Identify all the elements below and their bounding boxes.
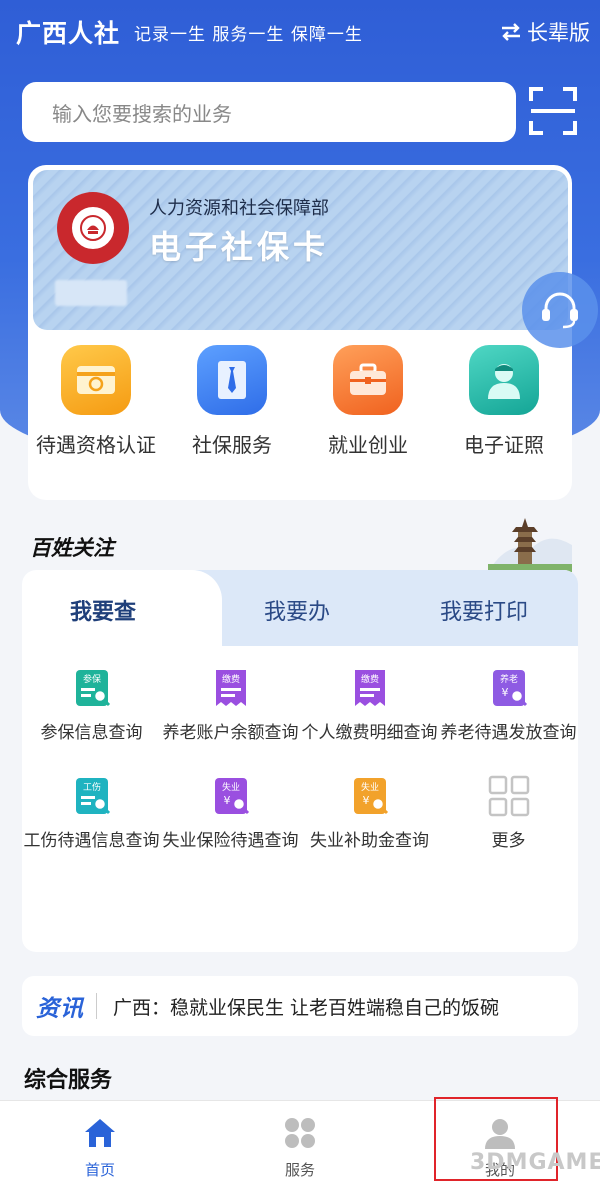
person-badge-icon	[469, 345, 539, 415]
unemployment-query-icon: ¥ 失业	[214, 778, 249, 815]
card-title: 电子社保卡	[149, 228, 330, 266]
home-icon	[85, 1119, 115, 1147]
social-security-card[interactable]: 人力资源和社会保障部 电子社保卡	[33, 170, 568, 330]
briefcase-icon	[333, 345, 403, 415]
news-bar[interactable]: 资讯 广西：稳就业保民生 让老百姓端稳自己的饭碗	[22, 976, 578, 1036]
svg-text:养老: 养老	[499, 673, 517, 685]
payment-receipt-icon: 缴费	[354, 670, 385, 706]
query-item[interactable]: 缴费 个人缴费明细查询	[300, 666, 439, 744]
news-tag: 资讯	[36, 996, 84, 1022]
query-item[interactable]: 缴费 养老账户余额查询	[161, 666, 300, 744]
scan-icon[interactable]	[528, 86, 578, 136]
svg-text:失业: 失业	[221, 781, 239, 793]
pagoda-illustration-icon	[488, 518, 572, 572]
quick-service-label: 就业创业	[328, 433, 408, 457]
services-grid-icon	[285, 1118, 315, 1148]
section-title: 综合服务	[24, 1068, 113, 1093]
query-item[interactable]: ¥ 失业 失业补助金查询	[300, 774, 439, 852]
insurance-query-icon: 参保	[75, 670, 110, 707]
pension-query-icon: ¥ 养老	[492, 670, 527, 707]
query-panel: 我要查 我要办 我要打印 参保 参保信息查询 缴费 养老账户余额查询 缴费 个人…	[22, 570, 578, 952]
query-item[interactable]: 工伤 工伤待遇信息查询	[22, 774, 161, 852]
social-security-logo-icon	[57, 192, 129, 264]
subsidy-query-icon: ¥ 失业	[353, 778, 388, 815]
quick-service-certification[interactable]: 待遇资格认证	[28, 345, 164, 465]
search-box[interactable]: 输入您要搜索的业务	[22, 82, 516, 142]
tabs-bar: 我要查 我要办 我要打印	[22, 570, 578, 646]
query-item[interactable]: ¥ 养老 养老待遇发放查询	[439, 666, 578, 744]
svg-text:缴费: 缴费	[360, 673, 378, 685]
svg-text:工伤: 工伤	[82, 781, 100, 793]
quick-service-label: 电子证照	[464, 433, 544, 457]
nav-services[interactable]: 服务	[200, 1101, 400, 1183]
more-label: 更多	[491, 831, 526, 851]
svg-text:¥: ¥	[501, 686, 508, 699]
headset-icon	[542, 292, 578, 329]
app-title: 广西人社	[16, 19, 121, 48]
quick-service-label: 待遇资格认证	[36, 433, 156, 457]
quick-services: 待遇资格认证 社保服务 就业创业 电子证照	[28, 345, 572, 465]
focus-title: 百姓关注	[30, 536, 114, 560]
elder-mode-toggle[interactable]: 长辈版	[499, 17, 590, 47]
nav-home[interactable]: 首页	[0, 1101, 200, 1183]
necktie-document-icon	[197, 345, 267, 415]
customer-service-button[interactable]	[522, 272, 598, 348]
swap-arrows-icon	[502, 23, 520, 41]
quick-service-e-license[interactable]: 电子证照	[436, 345, 572, 465]
query-item-label: 参保信息查询	[40, 723, 143, 743]
slogan: 记录一生 服务一生 保障一生	[134, 24, 363, 45]
nav-label: 首页	[84, 1161, 115, 1179]
query-item[interactable]: 参保 参保信息查询	[22, 666, 161, 744]
svg-text:¥: ¥	[362, 794, 369, 807]
svg-text:¥: ¥	[223, 794, 230, 807]
query-item-label: 个人缴费明细查询	[301, 723, 438, 743]
tab-handle[interactable]: 我要办	[264, 594, 330, 626]
search-input[interactable]: 输入您要搜索的业务	[52, 98, 232, 127]
card-ministry: 人力资源和社会保障部	[149, 198, 329, 219]
query-item-label: 失业保险待遇查询	[162, 831, 299, 851]
injury-query-icon: 工伤	[75, 778, 110, 815]
quick-service-social-insurance[interactable]: 社保服务	[164, 345, 300, 465]
nav-label: 服务	[284, 1161, 315, 1179]
tab-query[interactable]: 我要查	[70, 594, 136, 626]
focus-header: 百姓关注	[28, 510, 572, 572]
svg-text:参保: 参保	[82, 673, 100, 685]
query-item-label: 失业补助金查询	[310, 831, 429, 851]
more-button[interactable]: 更多	[439, 774, 578, 852]
query-item-label: 养老待遇发放查询	[440, 723, 577, 743]
more-grid-icon	[488, 775, 529, 817]
elder-mode-label: 长辈版	[527, 21, 590, 45]
quick-service-label: 社保服务	[192, 433, 272, 457]
payment-receipt-icon: 缴费	[215, 670, 246, 706]
query-grid: 参保 参保信息查询 缴费 养老账户余额查询 缴费 个人缴费明细查询 ¥ 养老 养…	[22, 666, 578, 852]
certification-card-icon	[61, 345, 131, 415]
svg-text:缴费: 缴费	[221, 673, 239, 685]
watermark: 3DMGAME	[470, 1150, 600, 1175]
query-item-label: 工伤待遇信息查询	[23, 831, 160, 851]
card-masked-info	[55, 280, 127, 306]
query-item[interactable]: ¥ 失业 失业保险待遇查询	[161, 774, 300, 852]
quick-service-employment[interactable]: 就业创业	[300, 345, 436, 465]
news-headline[interactable]: 广西：稳就业保民生 让老百姓端稳自己的饭碗	[113, 993, 499, 1020]
query-item-label: 养老账户余额查询	[162, 723, 299, 743]
top-bar: 广西人社 记录一生 服务一生 保障一生 长辈版	[16, 14, 590, 50]
tab-print[interactable]: 我要打印	[440, 594, 528, 626]
svg-text:失业: 失业	[360, 781, 378, 793]
news-divider	[96, 993, 97, 1019]
